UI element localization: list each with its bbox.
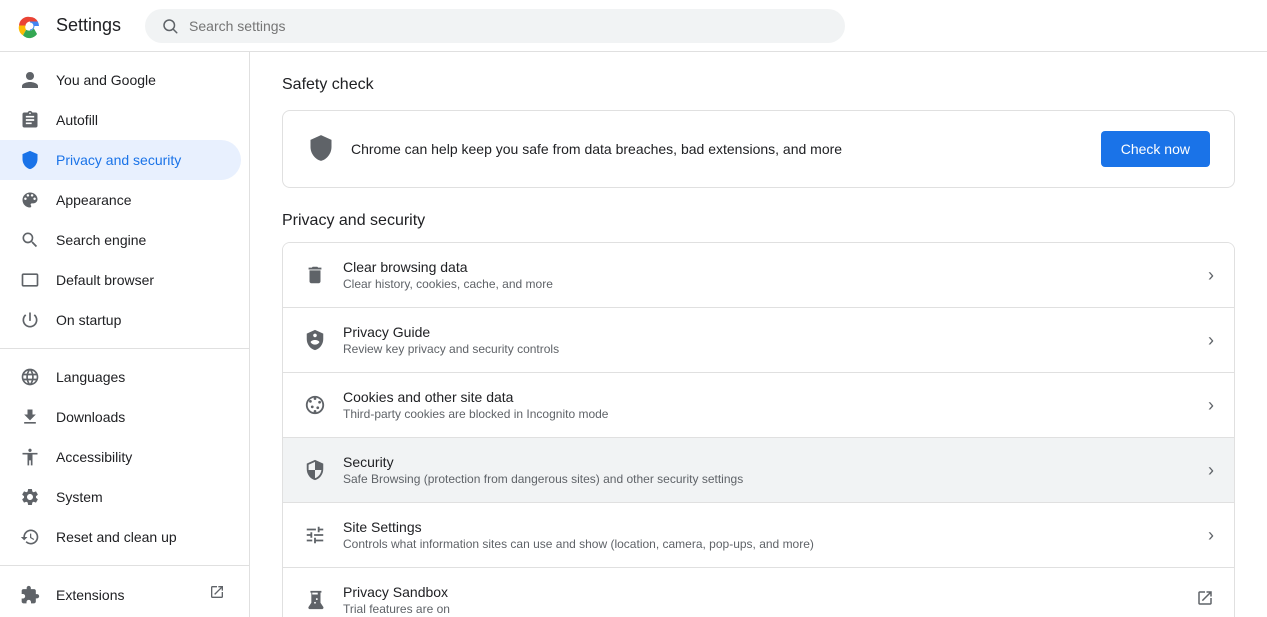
check-now-button[interactable]: Check now [1101,131,1210,167]
magnify-icon [20,230,40,250]
history-icon [20,527,40,547]
external-link-icon [209,584,225,605]
privacy-tip-icon [303,328,327,352]
sidebar-item-appearance[interactable]: Appearance [0,180,241,220]
security-title: Security [343,454,1192,470]
sidebar-label-downloads: Downloads [56,409,125,425]
sidebar-item-default-browser[interactable]: Default browser [0,260,241,300]
sidebar: You and Google Autofill Privacy and secu… [0,52,250,617]
sidebar-label-languages: Languages [56,369,125,385]
sidebar-divider-2 [0,565,249,566]
clear-browsing-title: Clear browsing data [343,259,1192,275]
sidebar-label-reset: Reset and clean up [56,529,177,545]
content-area: Safety check Chrome can help keep you sa… [250,52,1267,617]
privacy-sandbox-title: Privacy Sandbox [343,584,1180,600]
sidebar-divider [0,348,249,349]
sidebar-label-privacy: Privacy and security [56,152,181,168]
sidebar-item-system[interactable]: System [0,477,241,517]
arrow-icon-3: › [1208,460,1214,481]
safety-check-description: Chrome can help keep you safe from data … [351,141,1085,157]
safety-check-title: Safety check [282,76,1235,94]
sidebar-label-autofill: Autofill [56,112,98,128]
safety-check-card: Chrome can help keep you safe from data … [282,110,1235,188]
power-icon [20,310,40,330]
sidebar-label-on-startup: On startup [56,312,121,328]
settings-item-privacy-sandbox[interactable]: Privacy Sandbox Trial features are on [283,568,1234,617]
delete-icon [303,263,327,287]
arrow-icon-1: › [1208,330,1214,351]
search-input[interactable] [189,18,829,34]
security-text: Security Safe Browsing (protection from … [343,454,1192,486]
sidebar-item-privacy-and-security[interactable]: Privacy and security [0,140,241,180]
shield-icon [20,150,40,170]
sidebar-item-accessibility[interactable]: Accessibility [0,437,241,477]
sidebar-item-autofill[interactable]: Autofill [0,100,241,140]
app-title: Settings [56,15,121,36]
sidebar-item-extensions[interactable]: Extensions [0,574,241,615]
download-icon [20,407,40,427]
security-subtitle: Safe Browsing (protection from dangerous… [343,472,1192,486]
settings-item-clear-browsing-data[interactable]: Clear browsing data Clear history, cooki… [283,243,1234,308]
flask-icon [303,588,327,612]
sidebar-label-extensions: Extensions [56,587,193,603]
cookie-icon [303,393,327,417]
external-icon-sandbox [1196,589,1214,612]
settings-item-privacy-guide[interactable]: Privacy Guide Review key privacy and sec… [283,308,1234,373]
site-settings-title: Site Settings [343,519,1192,535]
site-settings-text: Site Settings Controls what information … [343,519,1192,551]
palette-icon [20,190,40,210]
extension-icon [20,585,40,605]
arrow-icon-2: › [1208,395,1214,416]
web-icon [20,270,40,290]
accessibility-icon [20,447,40,467]
sidebar-label-search-engine: Search engine [56,232,146,248]
assignment-icon [20,110,40,130]
settings-icon [20,487,40,507]
clear-browsing-subtitle: Clear history, cookies, cache, and more [343,277,1192,291]
shield-lock-icon [303,458,327,482]
privacy-sandbox-subtitle: Trial features are on [343,602,1180,616]
privacy-guide-title: Privacy Guide [343,324,1192,340]
sidebar-label-accessibility: Accessibility [56,449,132,465]
site-settings-subtitle: Controls what information sites can use … [343,537,1192,551]
sidebar-item-you-and-google[interactable]: You and Google [0,60,241,100]
chrome-logo [16,12,44,40]
sidebar-label-default-browser: Default browser [56,272,154,288]
cookies-subtitle: Third-party cookies are blocked in Incog… [343,407,1192,421]
settings-item-cookies[interactable]: Cookies and other site data Third-party … [283,373,1234,438]
sidebar-item-on-startup[interactable]: On startup [0,300,241,340]
privacy-sandbox-text: Privacy Sandbox Trial features are on [343,584,1180,616]
search-icon [161,17,179,35]
sidebar-item-downloads[interactable]: Downloads [0,397,241,437]
arrow-icon-4: › [1208,525,1214,546]
language-icon [20,367,40,387]
sidebar-item-languages[interactable]: Languages [0,357,241,397]
sidebar-item-reset-and-cleanup[interactable]: Reset and clean up [0,517,241,557]
main-layout: You and Google Autofill Privacy and secu… [0,52,1267,617]
sidebar-label-system: System [56,489,103,505]
search-bar[interactable] [145,9,845,43]
privacy-security-list: Clear browsing data Clear history, cooki… [282,242,1235,617]
privacy-security-title: Privacy and security [282,212,1235,230]
settings-item-site-settings[interactable]: Site Settings Controls what information … [283,503,1234,568]
cookies-title: Cookies and other site data [343,389,1192,405]
person-icon [20,70,40,90]
top-bar: Settings [0,0,1267,52]
sidebar-label-you-and-google: You and Google [56,72,156,88]
sidebar-item-search-engine[interactable]: Search engine [0,220,241,260]
tune-icon [303,523,327,547]
cookies-text: Cookies and other site data Third-party … [343,389,1192,421]
sidebar-label-appearance: Appearance [56,192,132,208]
privacy-guide-text: Privacy Guide Review key privacy and sec… [343,324,1192,356]
arrow-icon-0: › [1208,265,1214,286]
privacy-guide-subtitle: Review key privacy and security controls [343,342,1192,356]
safety-shield-icon [307,134,335,165]
settings-item-security[interactable]: Security Safe Browsing (protection from … [283,438,1234,503]
clear-browsing-text: Clear browsing data Clear history, cooki… [343,259,1192,291]
